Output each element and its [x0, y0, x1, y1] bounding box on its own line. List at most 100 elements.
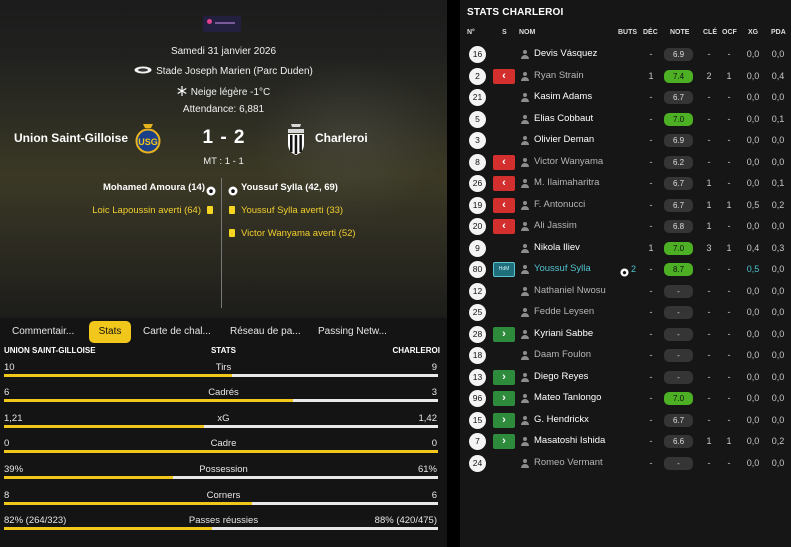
player-name[interactable]: Devis Vásquez	[534, 48, 597, 59]
tab-pass-network[interactable]: Réseau de pa...	[230, 321, 301, 343]
player-row[interactable]: 8 ‹ Victor Wanyama -6.2- -0,0 0,0	[460, 152, 791, 173]
player-avatar-icon	[521, 222, 529, 231]
player-name[interactable]: Romeo Vermant	[534, 457, 603, 468]
stats-away-team: CHARLEROI	[392, 346, 440, 355]
tab-commentary[interactable]: Commentair...	[12, 321, 74, 343]
player-rating: -	[664, 284, 693, 298]
player-name[interactable]: M. Ilaimaharitra	[534, 177, 599, 188]
stat-row: 10 Tirs 9	[0, 362, 447, 388]
header-xg[interactable]: XG	[748, 29, 758, 36]
stat-bar-fill	[4, 374, 233, 377]
player-key-passes: 1	[706, 436, 712, 446]
away-team-name[interactable]: Charleroi	[315, 131, 368, 145]
player-pda: 0,1	[771, 113, 785, 124]
player-row[interactable]: 28 › Kyriani Sabbe - - - -0,0 0,0	[460, 324, 791, 345]
player-row[interactable]: 18 Daam Foulon - - - - 0,0 0,0	[460, 345, 791, 366]
stadium-line: Stade Joseph Marien (Parc Duden)	[0, 66, 447, 77]
player-rating: 6.7	[664, 413, 693, 427]
header-key-passes[interactable]: CLÉ	[703, 29, 717, 36]
player-row[interactable]: 19 ‹ F. Antonucci -6.7 1 1 0,5 0,2	[460, 195, 791, 216]
player-pda: 0,0	[771, 393, 785, 403]
player-name[interactable]: Diego Reyes	[534, 371, 588, 382]
player-avatar-icon	[521, 286, 529, 296]
player-pda: 0,0	[771, 221, 785, 231]
player-pda: 0,0	[771, 92, 785, 102]
header-num[interactable]: N°	[467, 29, 475, 36]
player-name[interactable]: Ali Jassim	[534, 220, 577, 231]
shirt-number: 3	[469, 132, 486, 149]
player-row[interactable]: 26 ‹ M. Ilaimaharitra - 6.7 1 - 0,0 0,1	[460, 173, 791, 194]
attendance-line: Attendance: 6,881	[0, 104, 447, 115]
player-row[interactable]: 7 › Masatoshi Ishida - 6.6 1 1 0,0 0,2	[460, 431, 791, 452]
player-row[interactable]: 5 Elias Cobbaut -7.0- -0,0 0,1	[460, 109, 791, 130]
player-row[interactable]: 16 Devis Vásquez - 6.9 - - 0,0 0,0	[460, 44, 791, 65]
tab-stats[interactable]: Stats	[89, 321, 131, 343]
player-name[interactable]: G. Hendrickx	[534, 414, 589, 425]
shirt-number: 8	[469, 153, 486, 171]
player-row[interactable]: 21 Kasim Adams - 6.7 - - 0,0 0,0	[460, 87, 791, 108]
header-rating[interactable]: NOTE	[670, 29, 689, 36]
player-dec: -	[649, 49, 653, 59]
player-row[interactable]: 12 Nathaniel Nwosu - - - -0,0 0,0	[460, 281, 791, 302]
player-name[interactable]: Nikola Iliev	[534, 242, 580, 253]
player-dec: -	[649, 264, 653, 274]
player-row[interactable]: 3 Olivier Deman - 6.9 - - 0,0 0,0	[460, 130, 791, 151]
player-ocf: 1	[726, 436, 732, 446]
player-row[interactable]: 24 Romeo Vermant - - - -0,0 0,0	[460, 453, 791, 474]
player-row[interactable]: 25 Fedde Leysen - - - - 0,0 0,0	[460, 302, 791, 323]
player-rating: -	[664, 456, 693, 470]
player-dec: -	[649, 307, 653, 317]
weather-line: Neige légère -1°C	[0, 86, 447, 99]
sub-in-icon: ›	[493, 412, 515, 428]
home-team-name[interactable]: Union Saint-Gilloise	[14, 131, 128, 145]
player-key-passes: -	[707, 285, 711, 296]
player-row[interactable]: 2 ‹ Ryan Strain 1 7.4 2 1 0,0 0,4	[460, 66, 791, 87]
header-sub[interactable]: S	[502, 29, 507, 36]
player-name[interactable]: Victor Wanyama	[534, 156, 603, 167]
player-row[interactable]: 20 ‹ Ali Jassim - 6.8 1 - 0,0 0,0	[460, 216, 791, 237]
player-name[interactable]: Daam Foulon	[534, 349, 591, 360]
sub-in-icon: ›	[493, 434, 515, 449]
player-row[interactable]: 13 › Diego Reyes - - - -0,0 0,0	[460, 367, 791, 388]
match-date: Samedi 31 janvier 2026	[170, 46, 277, 57]
shirt-number: 5	[469, 110, 486, 128]
player-row[interactable]: 80 HdM Youssuf Sylla 2 - 8.7 - - 0,5 0,0	[460, 259, 791, 280]
player-rating: 6.7	[664, 198, 693, 212]
player-xg: 0,4	[746, 242, 760, 253]
shirt-number: 20	[469, 218, 486, 235]
stat-label: xG	[217, 413, 230, 424]
player-ocf: -	[727, 156, 731, 167]
player-name[interactable]: Ryan Strain	[534, 70, 584, 81]
header-ocf[interactable]: OCF	[722, 29, 737, 36]
player-name[interactable]: Kasim Adams	[534, 91, 592, 102]
player-key-passes: -	[707, 393, 711, 403]
player-name[interactable]: Mateo Tanlongo	[534, 392, 601, 403]
yellow-card-icon	[207, 206, 213, 214]
player-name[interactable]: Nathaniel Nwosu	[534, 285, 606, 296]
player-row[interactable]: 15 › G. Hendrickx -6.7- -0,0 0,0	[460, 410, 791, 431]
player-row[interactable]: 9 Nikola Iliev 1 7.0 3 1 0,4 0,3	[460, 238, 791, 259]
header-dec[interactable]: DÉC	[643, 29, 658, 36]
tab-passing-network[interactable]: Passing Netw...	[318, 321, 387, 343]
player-pda: 0,0	[771, 307, 785, 317]
player-dec: -	[649, 414, 653, 425]
player-name[interactable]: Olivier Deman	[534, 134, 594, 145]
player-name[interactable]: Masatoshi Ishida	[534, 435, 605, 446]
header-pda[interactable]: PDA	[771, 29, 786, 36]
player-name[interactable]: Youssuf Sylla	[534, 263, 591, 274]
player-pda: 0,0	[771, 328, 785, 339]
player-name[interactable]: Elias Cobbaut	[534, 113, 593, 124]
header-name[interactable]: NOM	[519, 29, 535, 36]
header-goals[interactable]: BUTS	[618, 29, 637, 36]
player-xg: 0,0	[746, 436, 760, 446]
player-name[interactable]: Kyriani Sabbe	[534, 328, 593, 339]
player-dec: -	[649, 393, 653, 403]
tab-heatmap[interactable]: Carte de chal...	[143, 321, 211, 343]
home-card-event: Loic Lapoussin averti (64)	[92, 205, 201, 216]
player-name[interactable]: Fedde Leysen	[534, 306, 594, 317]
player-dec: -	[649, 199, 653, 210]
player-row[interactable]: 96 › Mateo Tanlongo - 7.0 - - 0,0 0,0	[460, 388, 791, 409]
player-ocf: -	[727, 92, 731, 102]
shirt-number: 9	[469, 239, 486, 257]
player-name[interactable]: F. Antonucci	[534, 199, 585, 210]
